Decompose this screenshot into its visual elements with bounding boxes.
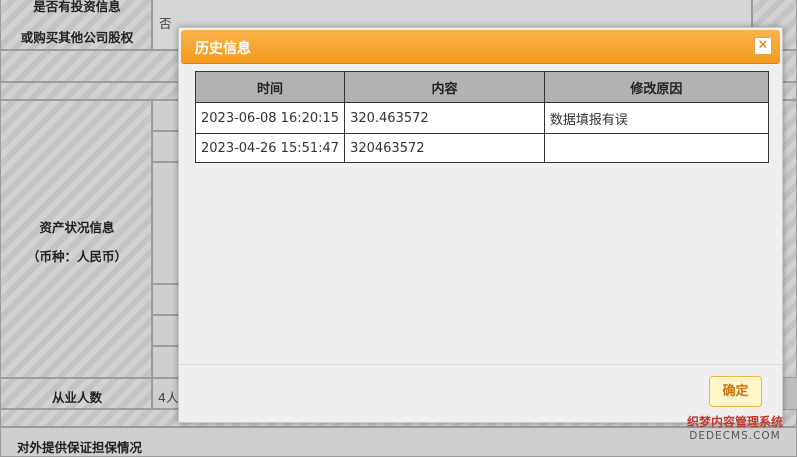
investment-label-line1: 是否有投资信息 [33, 0, 121, 14]
cell-reason [543, 133, 770, 163]
table-header-row: 时间 内容 修改原因 [194, 71, 770, 103]
guarantee-label: 对外提供保证担保情况 [17, 440, 143, 455]
table-row: 2023-06-08 16:20:15 320.463572 数据填报有误 [194, 102, 770, 134]
column-header-time: 时间 [194, 71, 346, 103]
cell-content: 320463572 [344, 133, 545, 163]
guarantee-row: 对外提供保证担保情况 [0, 427, 797, 457]
dialog-footer-divider [179, 364, 782, 365]
investment-value: 否 [159, 16, 172, 31]
dialog-header: 历史信息 ✕ [181, 30, 780, 64]
confirm-button[interactable]: 确定 [709, 376, 762, 407]
employees-label-cell: 从业人数 [0, 378, 152, 409]
watermark-line2: DEDECMS.COM [689, 430, 781, 442]
dialog-title: 历史信息 [195, 41, 251, 57]
employees-value: 4人 [158, 390, 179, 405]
history-dialog: 历史信息 ✕ 时间 内容 修改原因 2023-06-08 16:20:15 32… [178, 27, 783, 423]
cell-reason: 数据填报有误 [543, 102, 770, 134]
watermark: 织梦内容管理系统 DEDECMS.COM [681, 415, 789, 443]
assets-label-line1: 资产状况信息 [39, 220, 115, 235]
table-row: 2023-04-26 15:51:47 320463572 [194, 133, 770, 163]
cell-content: 320.463572 [344, 102, 545, 134]
cell-time: 2023-06-08 16:20:15 [194, 102, 346, 134]
column-header-content: 内容 [344, 71, 545, 103]
assets-label-cell: 资产状况信息 （币种：人民币） [0, 100, 152, 378]
close-icon[interactable]: ✕ [754, 37, 772, 55]
assets-label-line2: （币种：人民币） [26, 249, 127, 264]
cell-time: 2023-04-26 15:51:47 [194, 133, 346, 163]
investment-label-cell: 是否有投资信息 或购买其他公司股权 [0, 0, 152, 50]
history-table: 时间 内容 修改原因 2023-06-08 16:20:15 320.46357… [194, 71, 770, 163]
watermark-line1: 织梦内容管理系统 [686, 415, 783, 429]
column-header-reason: 修改原因 [543, 71, 770, 103]
employees-label: 从业人数 [51, 390, 102, 405]
investment-label-line2: 或购买其他公司股权 [20, 30, 134, 45]
right-edge-stripe [782, 100, 797, 378]
